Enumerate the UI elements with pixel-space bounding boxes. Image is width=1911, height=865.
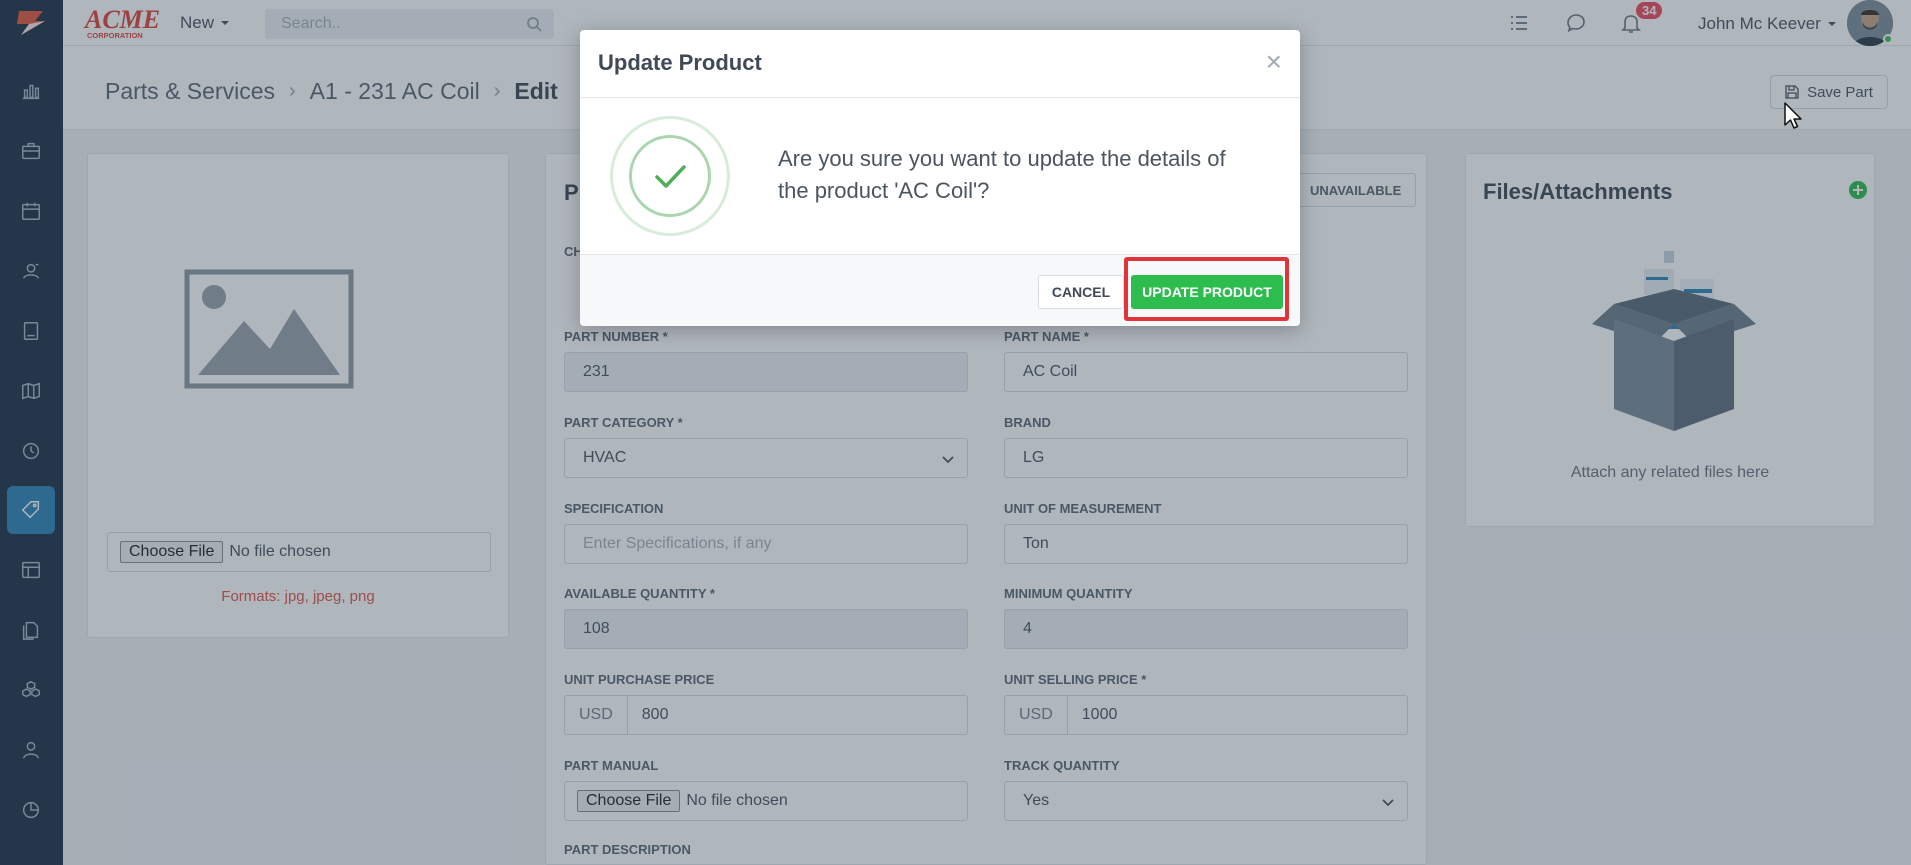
modal-title: Update Product [598, 50, 762, 75]
update-product-modal: Update Product × Are you sure you want t… [580, 30, 1300, 326]
modal-header: Update Product × [580, 30, 1300, 98]
modal-footer: CANCEL UPDATE PRODUCT [580, 254, 1300, 326]
modal-message: Are you sure you want to update the deta… [778, 146, 1226, 203]
success-check-icon [610, 116, 730, 236]
cancel-button[interactable]: CANCEL [1038, 275, 1124, 309]
mouse-cursor-icon [1784, 102, 1802, 129]
update-product-button[interactable]: UPDATE PRODUCT [1131, 275, 1283, 309]
close-icon[interactable]: × [1266, 48, 1282, 76]
